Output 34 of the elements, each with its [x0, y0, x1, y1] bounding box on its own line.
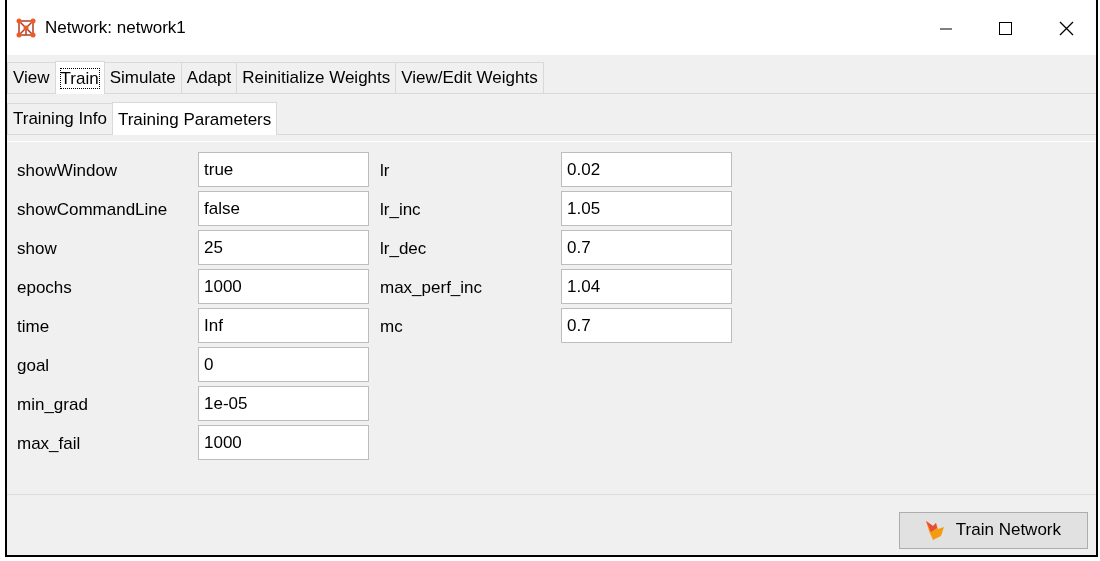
- parameter-label: max_fail: [17, 432, 82, 454]
- tab[interactable]: Train: [54, 61, 105, 94]
- parameter-label: goal: [17, 354, 51, 376]
- parameter-label: time: [17, 315, 51, 337]
- parameter-label: lr: [380, 159, 391, 181]
- parameter-field[interactable]: 0.7: [561, 230, 732, 265]
- parameter-field[interactable]: 0.7: [561, 308, 732, 343]
- network-icon: [15, 16, 37, 39]
- parameter-label: lr_dec: [380, 237, 428, 259]
- parameter-label: min_grad: [17, 393, 89, 415]
- parameter-label: showWindow: [17, 159, 119, 181]
- parameter-field[interactable]: true: [198, 152, 369, 187]
- parameter-field[interactable]: Inf: [198, 308, 369, 343]
- parameter-field[interactable]: 1.05: [561, 191, 732, 226]
- parameter-label: max_perf_inc: [380, 276, 484, 298]
- window-title: Network: network1: [45, 17, 186, 38]
- tab[interactable]: View: [7, 62, 56, 93]
- parameter-label: showCommandLine: [17, 198, 169, 220]
- parameter-field[interactable]: 25: [198, 230, 369, 265]
- parameter-label: epochs: [17, 276, 73, 298]
- parameter-field[interactable]: 1.04: [561, 269, 732, 304]
- parameter-label: lr_inc: [380, 198, 422, 220]
- parameter-field[interactable]: 1000: [198, 269, 369, 304]
- tab[interactable]: Training Parameters: [111, 102, 278, 135]
- parameter-field[interactable]: 1000: [198, 425, 369, 460]
- tab[interactable]: View/Edit Weights: [395, 62, 544, 93]
- parameter-field[interactable]: 0: [198, 347, 369, 382]
- parameter-field[interactable]: 0.02: [561, 152, 732, 187]
- parameter-field[interactable]: 1e-05: [198, 386, 369, 421]
- parameter-label: show: [17, 237, 58, 259]
- parameter-label: mc: [380, 315, 404, 337]
- train-network-button[interactable]: Train Network: [898, 511, 1088, 549]
- parameter-field[interactable]: false: [198, 191, 369, 226]
- tab[interactable]: Training Info: [7, 103, 113, 134]
